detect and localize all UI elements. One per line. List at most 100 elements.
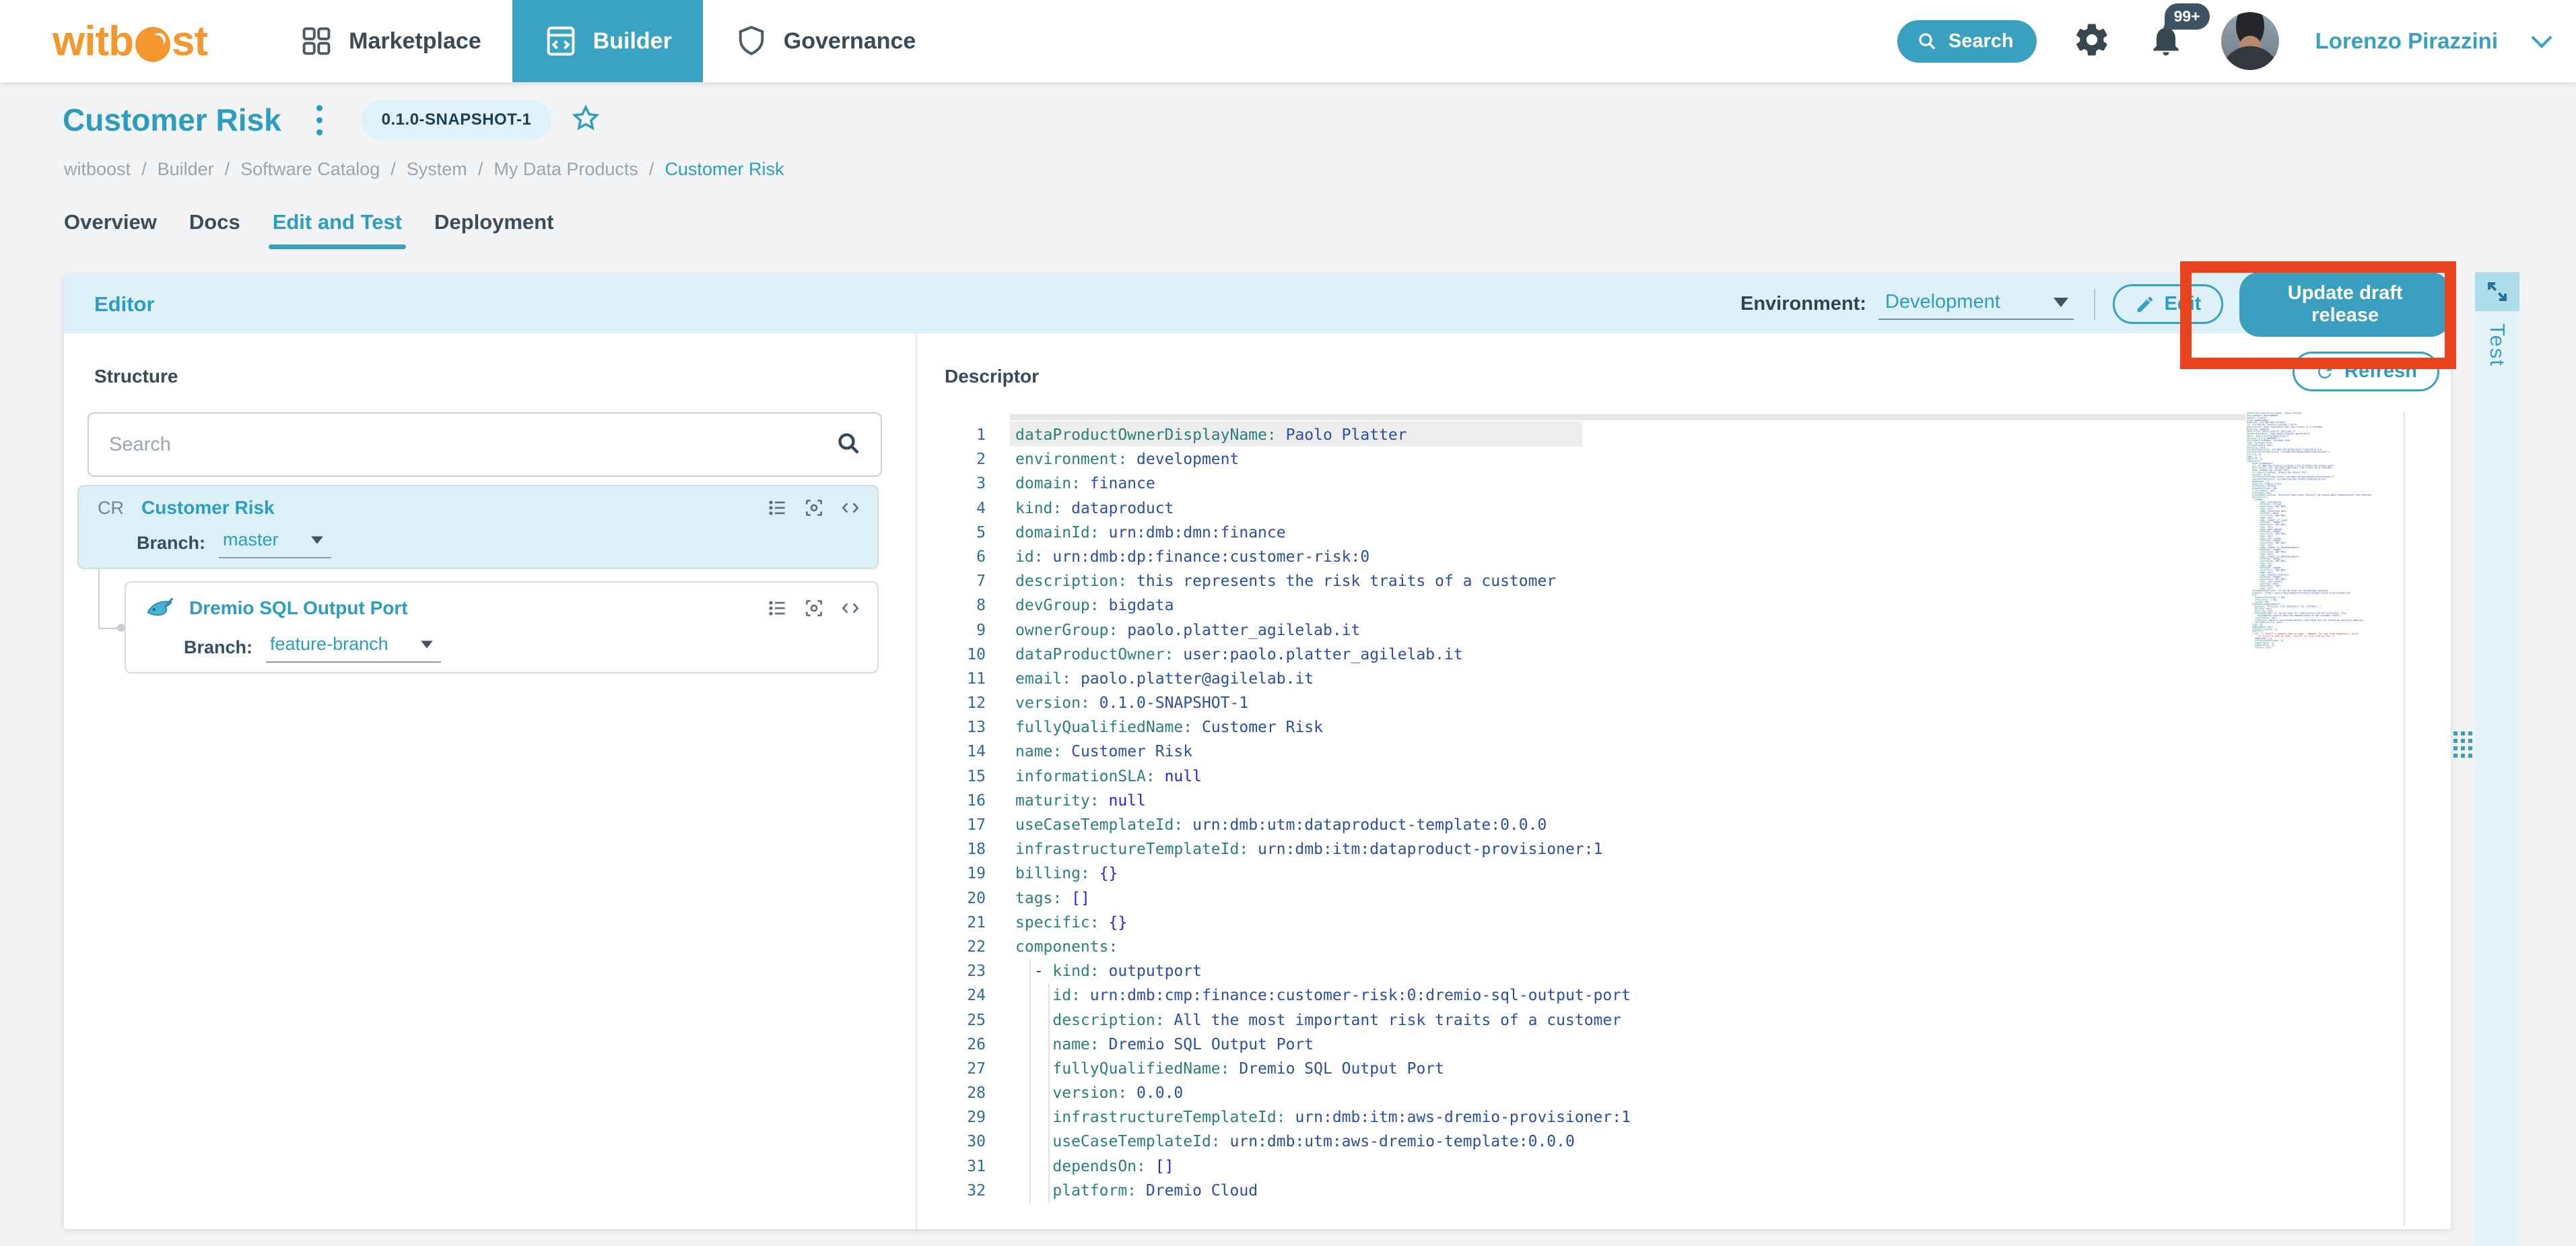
code-view-icon[interactable] [840, 597, 861, 619]
code-line-text: - kind: outputport [1033, 962, 1202, 981]
code-line[interactable]: 28 version: 0.0.0 [928, 1081, 2234, 1105]
code-line[interactable]: 24 id: urn:dmb:cmp:finance:customer-risk… [928, 983, 2234, 1008]
structure-item[interactable]: Dremio SQL Output Port Branch: feature-bra… [125, 581, 879, 674]
search-icon[interactable] [835, 430, 862, 460]
code-line-text: fullyQualifiedName: Customer Risk [1015, 719, 1323, 737]
branch-select[interactable]: feature-branch [266, 632, 441, 663]
structure-item[interactable]: CR Customer Risk Branch: master [77, 485, 879, 569]
code-line[interactable]: 30 useCaseTemplateId: urn:dmb:utm:aws-dr… [928, 1129, 2234, 1154]
code-line[interactable]: 3 domain: finance [928, 471, 2234, 496]
line-number: 30 [967, 1133, 986, 1151]
user-name[interactable]: Lorenzo Pirazzini [2315, 28, 2498, 54]
code-line[interactable]: 4 kind: dataproduct [928, 496, 2234, 521]
code-line-text: environment: development [1015, 451, 1240, 469]
environment-select[interactable]: Development [1878, 288, 2074, 320]
line-number: 20 [967, 889, 986, 907]
user-menu-chevron-icon[interactable] [2531, 27, 2552, 48]
breadcrumb-item[interactable]: witboost [64, 159, 131, 180]
user-avatar[interactable] [2221, 12, 2279, 70]
indent-guide [1029, 959, 1031, 1203]
settings-button[interactable] [2073, 21, 2111, 62]
breadcrumb: witboost / Builder / Software Catalog / System… [64, 159, 784, 180]
code-line-text: infrastructureTemplateId: urn:dmb:itm:aw… [1052, 1109, 1631, 1127]
code-line[interactable]: 14 name: Customer Risk [928, 740, 2234, 764]
code-line[interactable]: 27 fullyQualifiedName: Dremio SQL Output… [928, 1057, 2234, 1081]
code-line[interactable]: 1 dataProductOwnerDisplayName: Paolo Plat… [928, 423, 2234, 447]
code-line[interactable]: 8 devGroup: bigdata [928, 593, 2234, 618]
code-line[interactable]: 12 version: 0.1.0-SNAPSHOT-1 [928, 691, 2234, 715]
nav-item-builder[interactable]: Builder [512, 0, 703, 82]
line-number: 18 [967, 841, 986, 859]
structure-search [88, 412, 882, 477]
code-line[interactable]: 26 name: Dremio SQL Output Port [928, 1032, 2234, 1057]
code-line[interactable]: 25 description: All the most important r… [928, 1008, 2234, 1032]
code-view-icon[interactable] [840, 497, 861, 519]
line-number: 26 [967, 1035, 986, 1053]
title-kebab-menu[interactable] [312, 101, 327, 139]
code-line-text: domain: finance [1015, 475, 1155, 493]
list-details-icon[interactable] [767, 597, 788, 619]
code-line[interactable]: 31 dependsOn: [] [928, 1154, 2234, 1179]
code-line[interactable]: 13 fullyQualifiedName: Customer Risk [928, 715, 2234, 740]
nav-item-governance[interactable]: Governance [703, 0, 947, 82]
code-line[interactable]: 17 useCaseTemplateId: urn:dmb:utm:datapro… [928, 813, 2234, 837]
breadcrumb-item[interactable]: My Data Products [494, 159, 638, 180]
breadcrumb-item[interactable]: System [407, 159, 467, 180]
code-line[interactable]: 32 platform: Dremio Cloud [928, 1179, 2234, 1203]
code-line-text: name: Customer Risk [1015, 743, 1193, 761]
code-line[interactable]: 18 infrastructureTemplateId: urn:dmb:itm:… [928, 837, 2234, 861]
nav-item-marketplace[interactable]: Marketplace [268, 0, 512, 82]
code-line-text: platform: Dremio Cloud [1052, 1181, 1258, 1200]
editor-scrollbar-track[interactable] [2404, 412, 2405, 1226]
tab-edit-and-test[interactable]: Edit and Test [268, 210, 407, 249]
code-line[interactable]: 21 specific: {} [928, 911, 2234, 935]
refresh-button[interactable]: Refresh [2293, 352, 2439, 391]
branch-select[interactable]: master [219, 528, 331, 558]
code-editor[interactable]: 1 dataProductOwnerDisplayName: Paolo Plat… [928, 423, 2234, 1203]
code-line[interactable]: 15 informationSLA: null [928, 764, 2234, 789]
code-line[interactable]: 20 tags: [] [928, 886, 2234, 911]
breadcrumb-item[interactable]: Software Catalog [240, 159, 380, 180]
favorite-star-button[interactable] [570, 103, 601, 137]
breadcrumb-item[interactable]: Builder [158, 159, 214, 180]
code-line[interactable]: 5 domainId: urn:dmb:dmn:finance [928, 521, 2234, 545]
expand-panel-button[interactable] [2475, 272, 2519, 311]
focus-target-icon[interactable] [803, 497, 825, 519]
logo-text-right: st [171, 18, 208, 65]
code-line-text: ownerGroup: paolo.platter_agilelab.it [1015, 621, 1361, 639]
global-search-button[interactable]: Search [1897, 20, 2037, 63]
code-line[interactable]: 22 components: [928, 935, 2234, 959]
code-line[interactable]: 10 dataProductOwner: user:paolo.platter_a… [928, 643, 2234, 667]
update-draft-release-button[interactable]: Update draft release [2239, 271, 2451, 337]
shield-icon [734, 24, 769, 59]
list-details-icon[interactable] [767, 497, 788, 519]
notifications-button[interactable]: 99+ [2147, 3, 2210, 62]
code-line[interactable]: 6 id: urn:dmb:dp:finance:customer-risk:0 [928, 545, 2234, 569]
tab-deployment[interactable]: Deployment [434, 210, 553, 249]
code-line[interactable]: 23 - kind: outputport [928, 959, 2234, 983]
focus-target-icon[interactable] [803, 597, 825, 619]
structure-search-input[interactable] [89, 433, 835, 456]
code-minimap[interactable]: dataProductOwnerDisplayName: Paolo Platt… [2247, 412, 2381, 688]
code-line[interactable]: 19 billing: {} [928, 861, 2234, 886]
panel-resize-handle[interactable] [2453, 731, 2472, 758]
tab-test[interactable]: Test [2485, 323, 2509, 367]
code-line-text: infrastructureTemplateId: urn:dmb:itm:da… [1015, 841, 1603, 859]
environment-cluster: Environment: Development Edit Update dra… [1740, 271, 2451, 337]
edit-button[interactable]: Edit [2112, 284, 2224, 324]
code-line[interactable]: 7 description: this represents the risk t… [928, 569, 2234, 593]
tab-overview[interactable]: Overview [64, 210, 157, 249]
breadcrumb-item[interactable]: Customer Risk [665, 159, 784, 180]
code-line[interactable]: 29 infrastructureTemplateId: urn:dmb:itm… [928, 1105, 2234, 1129]
witboost-logo[interactable]: witb st [53, 18, 208, 65]
code-line-text: informationSLA: null [1015, 767, 1202, 785]
code-line-text: name: Dremio SQL Output Port [1052, 1035, 1314, 1053]
code-line[interactable]: 9 ownerGroup: paolo.platter_agilelab.it [928, 618, 2234, 643]
code-line[interactable]: 2 environment: development [928, 447, 2234, 471]
tab-docs[interactable]: Docs [189, 210, 240, 249]
code-line[interactable]: 11 email: paolo.platter@agilelab.it [928, 667, 2234, 691]
item-title: Dremio SQL Output Port [189, 597, 408, 618]
code-line-text: version: 0.0.0 [1052, 1084, 1184, 1103]
code-line[interactable]: 16 maturity: null [928, 789, 2234, 813]
logo-o-icon [135, 27, 170, 62]
